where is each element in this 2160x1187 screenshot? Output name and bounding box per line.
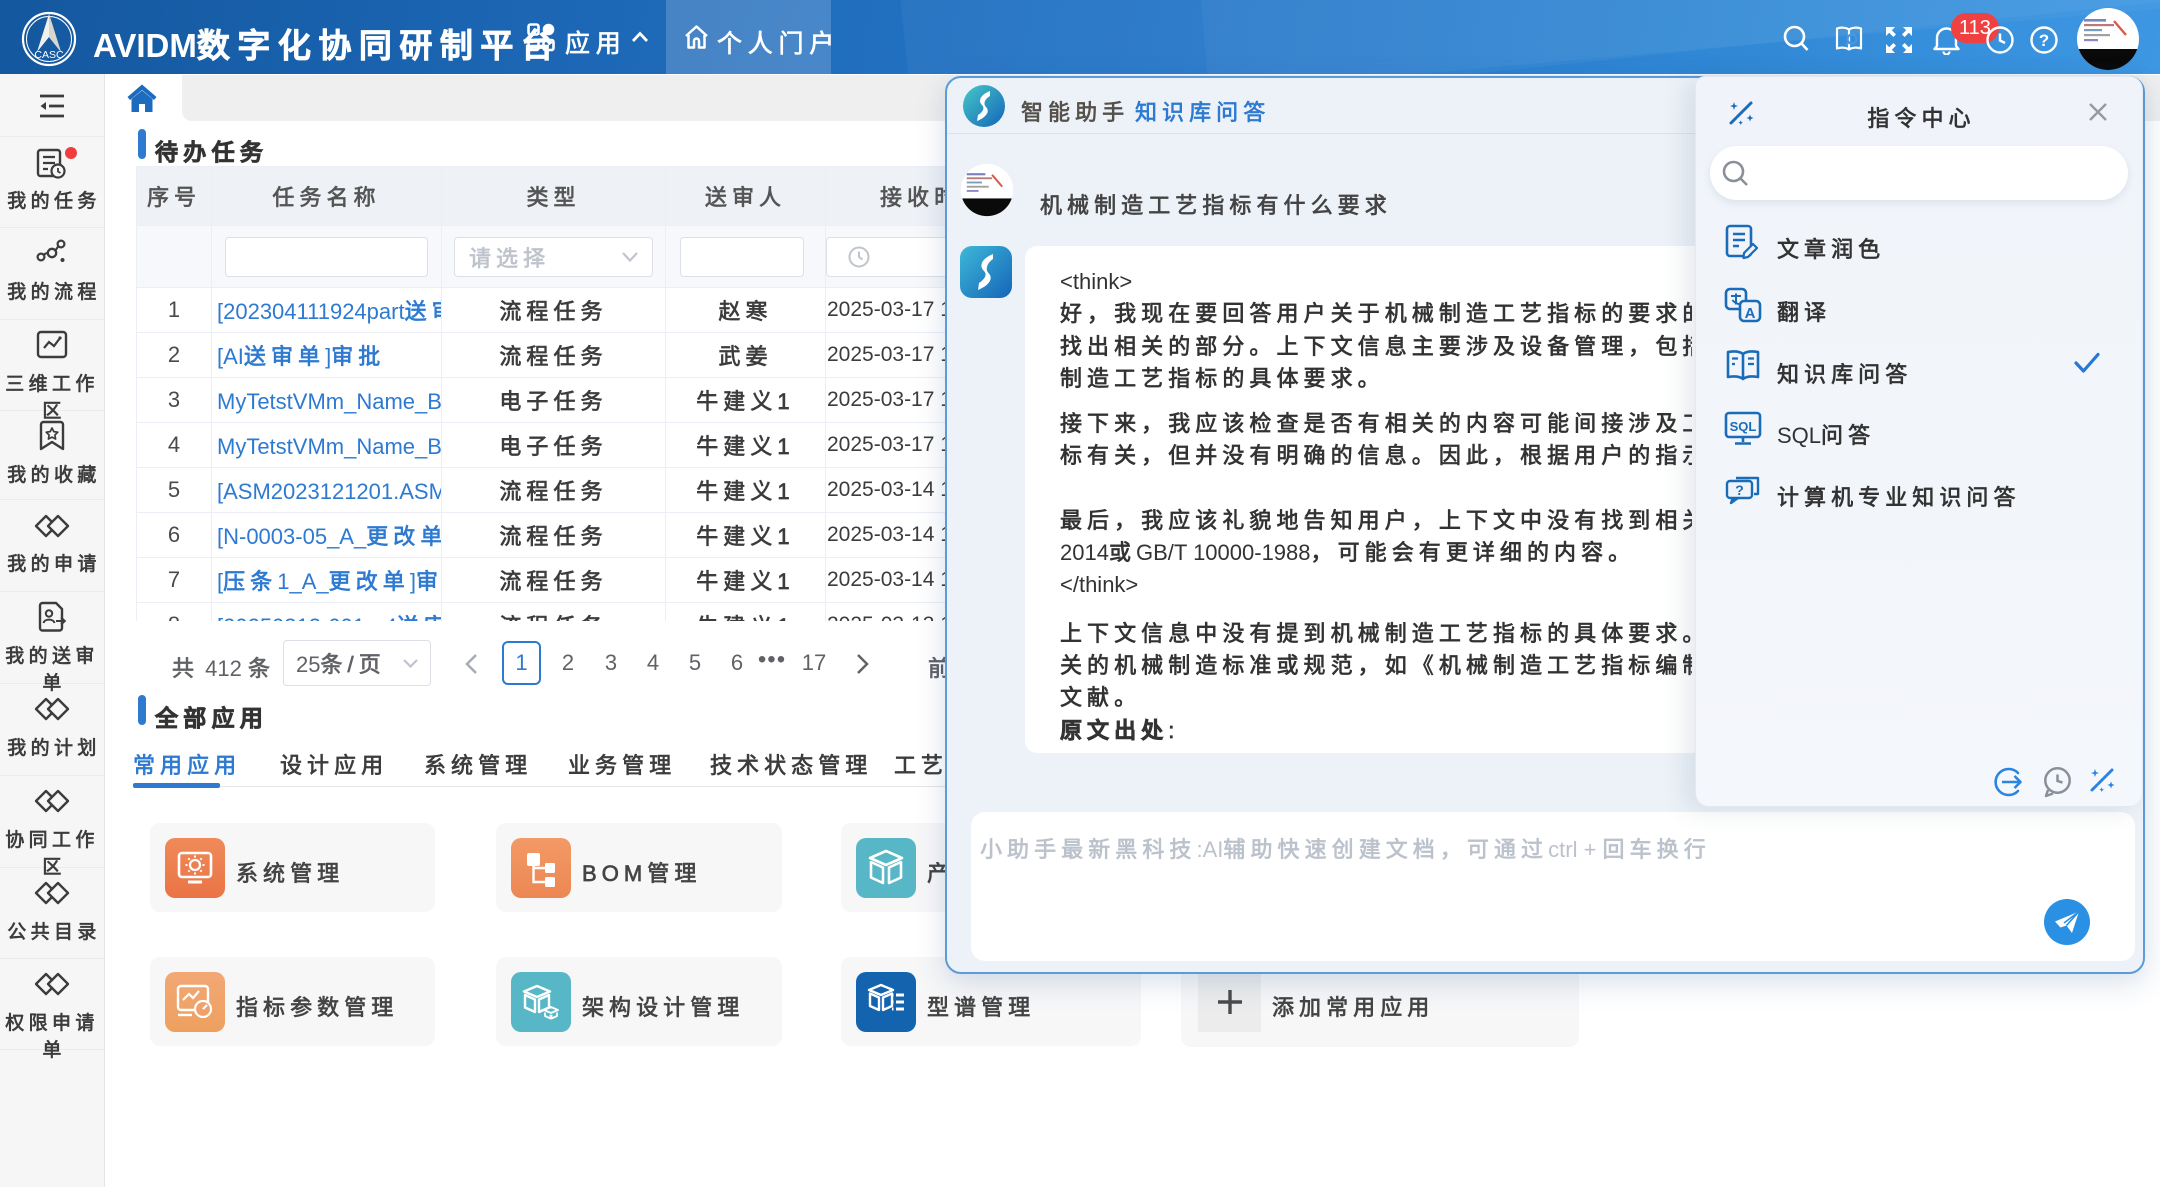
svg-text:CASC: CASC [34,49,64,61]
svg-text:?: ? [2039,31,2049,50]
svg-text:SQL: SQL [1730,419,1757,434]
svg-text:A: A [1745,305,1756,322]
svg-text:?: ? [1735,482,1744,498]
